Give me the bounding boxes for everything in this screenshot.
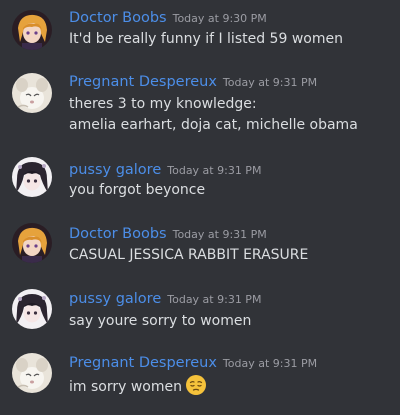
message-text: CASUAL JESSICA RABBIT ERASURE (69, 247, 309, 263)
username[interactable]: pussy galore (69, 162, 161, 178)
timestamp: Today at 9:31 PM (222, 357, 318, 370)
white-mouse-avatar-icon[interactable] (12, 73, 52, 113)
message-text: im sorry women (69, 379, 182, 395)
anime-dark-hair-avatar-icon[interactable] (12, 289, 52, 329)
timestamp: Today at 9:31 PM (222, 76, 318, 89)
message-text: say youre sorry to women (69, 313, 252, 329)
username[interactable]: Doctor Boobs (69, 10, 167, 26)
username[interactable]: Pregnant Despereux (69, 355, 217, 371)
pensive-face-emoji-icon (185, 374, 207, 402)
timestamp: Today at 9:31 PM (167, 164, 262, 177)
timestamp: Today at 9:31 PM (167, 293, 262, 306)
timestamp: Today at 9:31 PM (172, 228, 267, 241)
username[interactable]: Pregnant Despereux (69, 74, 217, 90)
username[interactable]: Doctor Boobs (69, 226, 167, 242)
timestamp: Today at 9:30 PM (172, 12, 267, 25)
anime-orange-hair-avatar-icon[interactable] (12, 223, 52, 263)
username[interactable]: pussy galore (69, 291, 161, 307)
message-text: you forgot beyonce (69, 182, 206, 198)
anime-orange-hair-avatar-icon[interactable] (12, 10, 52, 50)
white-mouse-avatar-icon[interactable] (12, 353, 52, 393)
anime-dark-hair-avatar-icon[interactable] (12, 157, 52, 197)
message-text-row: im sorry women (69, 374, 207, 402)
message-text: amelia earhart, doja cat, michelle obama (69, 117, 358, 133)
message-text: theres 3 to my knowledge: (69, 96, 257, 112)
message-text: It'd be really funny if I listed 59 wome… (69, 31, 343, 47)
